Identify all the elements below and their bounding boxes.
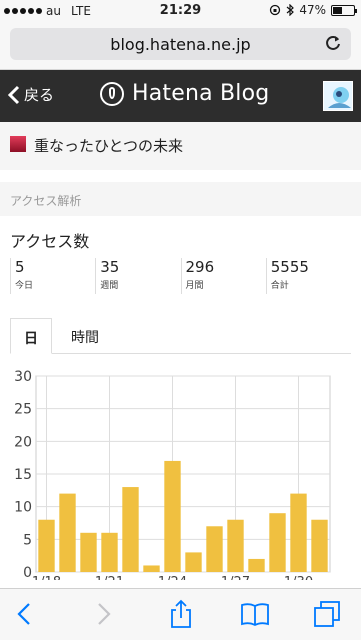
y-tick-label: 20 bbox=[14, 434, 32, 450]
battery-icon bbox=[331, 4, 357, 16]
chart-bar bbox=[269, 513, 286, 572]
stat-label: 合計 bbox=[270, 281, 289, 291]
y-tick-label: 10 bbox=[14, 500, 32, 516]
y-tick-label: 15 bbox=[14, 467, 32, 483]
url-text[interactable]: blog.hatena.ne.jp bbox=[10, 35, 351, 54]
back-label: 戻る bbox=[24, 86, 55, 104]
orientation-lock-icon bbox=[270, 4, 281, 16]
x-tick-label: 1/27 bbox=[221, 575, 250, 580]
chart-bar bbox=[227, 519, 244, 572]
chart-bar bbox=[206, 526, 223, 572]
stat-label: 今日 bbox=[15, 281, 34, 291]
period-tabs: 日 時間 bbox=[10, 318, 351, 354]
y-tick-label: 5 bbox=[23, 532, 32, 548]
access-chart: 0 5 10 15 20 25 30 1/18 1/21 1/24 1/27 1/30 bbox=[14, 369, 331, 580]
chart-bar bbox=[143, 565, 160, 572]
access-stats: 5 今日 35 週間 296 月間 5555 合計 bbox=[10, 258, 351, 294]
chart-bar bbox=[38, 519, 55, 572]
x-tick-label: 1/30 bbox=[284, 575, 313, 580]
stat-month: 296 月間 bbox=[180, 258, 266, 294]
stat-label: 週間 bbox=[100, 281, 119, 291]
chevron-left-icon bbox=[8, 85, 20, 104]
site-header: 戻る Hatena Blog bbox=[0, 70, 361, 122]
chart-bar bbox=[248, 558, 265, 572]
chart-bar bbox=[59, 493, 76, 572]
chart-bar bbox=[122, 487, 139, 572]
forward-arrow-icon[interactable] bbox=[88, 599, 118, 629]
chart-bar bbox=[311, 519, 328, 572]
stat-label: 月間 bbox=[185, 281, 204, 291]
x-tick-label: 1/18 bbox=[32, 575, 61, 580]
bookmarks-icon[interactable] bbox=[240, 599, 270, 629]
address-bar[interactable]: blog.hatena.ne.jp bbox=[10, 28, 351, 60]
stat-week: 35 週間 bbox=[95, 258, 180, 294]
y-tick-label: 25 bbox=[14, 402, 32, 418]
share-icon[interactable] bbox=[166, 599, 196, 629]
stat-total: 5555 合計 bbox=[265, 258, 351, 294]
blog-title-row[interactable]: 重なったひとつの未来 bbox=[0, 122, 361, 170]
stat-value: 5555 bbox=[270, 258, 309, 276]
bluetooth-icon bbox=[286, 4, 295, 16]
panel-title: アクセス数 bbox=[10, 232, 90, 251]
tabs-icon[interactable] bbox=[312, 599, 342, 629]
chart-bar bbox=[80, 532, 97, 572]
access-panel: アクセス数 5 今日 35 週間 296 月間 5555 合計 日 時間 0 5 1… bbox=[0, 216, 361, 580]
x-tick-label: 1/21 bbox=[95, 575, 124, 580]
hatena-blog-logo[interactable]: Hatena Blog bbox=[100, 81, 269, 106]
chart-bar bbox=[164, 460, 181, 572]
browser-toolbar bbox=[0, 588, 361, 640]
y-tick-label: 30 bbox=[14, 369, 32, 385]
chart-bar bbox=[185, 552, 202, 572]
stat-value: 296 bbox=[185, 258, 215, 276]
reload-icon[interactable] bbox=[323, 33, 343, 53]
blog-title[interactable]: 重なったひとつの未来 bbox=[34, 135, 183, 156]
battery-percent: 47% bbox=[299, 3, 326, 17]
tab-hour[interactable]: 時間 bbox=[60, 318, 110, 354]
stat-value: 35 bbox=[100, 258, 120, 276]
avatar-image-icon bbox=[324, 82, 352, 110]
stat-value: 5 bbox=[15, 258, 25, 276]
brand-text: Hatena Blog bbox=[132, 81, 270, 106]
user-avatar[interactable] bbox=[323, 81, 353, 111]
back-arrow-icon[interactable] bbox=[10, 599, 40, 629]
browser-address-area: blog.hatena.ne.jp bbox=[0, 22, 361, 70]
x-tick-label: 1/24 bbox=[158, 575, 187, 580]
stat-today: 5 今日 bbox=[10, 258, 95, 294]
hatena-pen-icon bbox=[100, 81, 124, 106]
status-right: 47% bbox=[269, 3, 357, 17]
chart-bar bbox=[290, 493, 307, 572]
chart-bar bbox=[101, 532, 118, 572]
section-header: アクセス解析 bbox=[0, 182, 361, 216]
back-button[interactable]: 戻る bbox=[8, 84, 54, 105]
status-bar: au LTE 21:29 47% bbox=[0, 0, 361, 22]
blog-icon bbox=[10, 136, 26, 152]
tab-day[interactable]: 日 bbox=[10, 318, 52, 354]
y-tick-label: 0 bbox=[23, 565, 32, 580]
section-label: アクセス解析 bbox=[10, 194, 82, 208]
